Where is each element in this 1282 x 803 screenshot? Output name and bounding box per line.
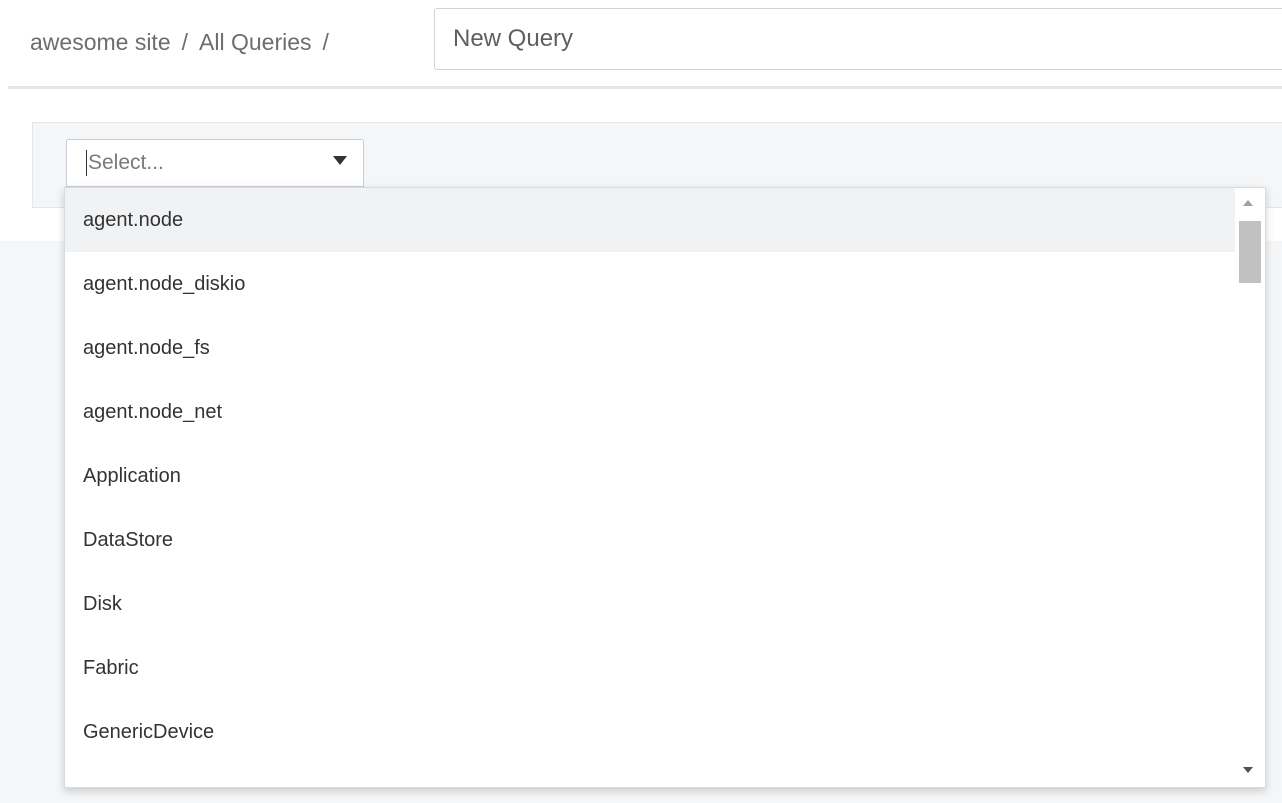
- caret-down-icon[interactable]: [333, 156, 347, 165]
- dropdown-option[interactable]: Disk: [65, 572, 1237, 636]
- breadcrumb-separator: /: [181, 28, 189, 55]
- scroll-down-arrow-icon[interactable]: [1243, 767, 1253, 773]
- breadcrumb-all-queries[interactable]: All Queries: [199, 29, 311, 56]
- dropdown-option[interactable]: Fabric: [65, 636, 1237, 700]
- dropdown-option[interactable]: Application: [65, 444, 1237, 508]
- header-divider: [8, 86, 1282, 89]
- page: awesome site / All Queries / Select... a…: [0, 0, 1282, 803]
- page-header: awesome site / All Queries /: [0, 0, 1282, 86]
- dropdown-option[interactable]: agent.node_net: [65, 380, 1237, 444]
- dropdown-option[interactable]: DataStore: [65, 508, 1237, 572]
- select-dropdown-menu: agent.node agent.node_diskio agent.node_fs…: [64, 187, 1266, 788]
- dropdown-option[interactable]: agent.node_diskio: [65, 252, 1237, 316]
- select-placeholder[interactable]: Select...: [88, 148, 164, 178]
- breadcrumb-separator: /: [322, 28, 329, 55]
- scroll-up-arrow-icon[interactable]: [1243, 200, 1253, 206]
- dropdown-scrollbar[interactable]: [1235, 188, 1265, 787]
- text-cursor: [86, 150, 87, 176]
- query-name-input[interactable]: [434, 8, 1282, 70]
- scrollbar-thumb[interactable]: [1239, 221, 1261, 283]
- breadcrumb-site[interactable]: awesome site: [30, 29, 171, 56]
- dropdown-option[interactable]: agent.node_fs: [65, 316, 1237, 380]
- option-list: agent.node agent.node_diskio agent.node_fs…: [65, 188, 1237, 764]
- dropdown-option[interactable]: GenericDevice: [65, 700, 1237, 764]
- breadcrumb: awesome site / All Queries /: [30, 22, 340, 62]
- dropdown-option[interactable]: agent.node: [65, 188, 1237, 252]
